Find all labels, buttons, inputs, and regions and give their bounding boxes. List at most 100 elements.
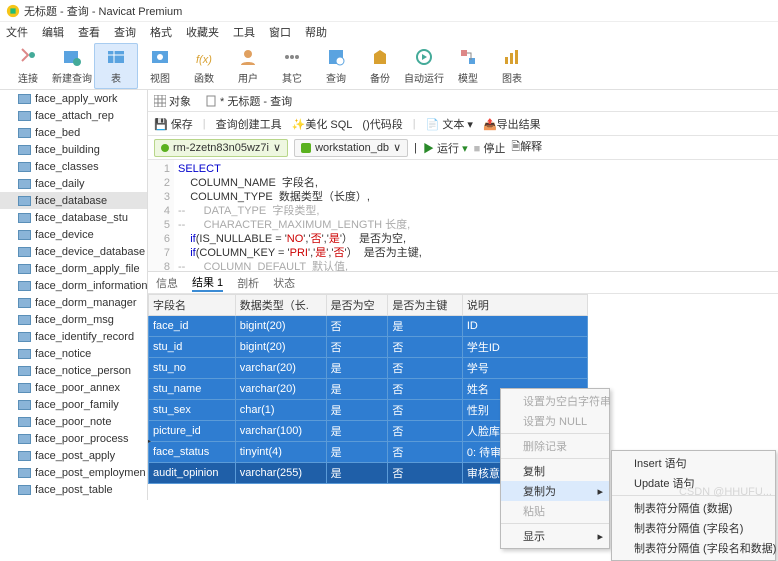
menu-format[interactable]: 格式	[150, 24, 172, 40]
toolbar-function[interactable]: f(x)函数	[182, 43, 226, 89]
table-row[interactable]: face_idbigint(20)否是ID	[149, 316, 588, 337]
table-row[interactable]: stu_idbigint(20)否否学生ID	[149, 337, 588, 358]
col-header[interactable]: 字段名	[149, 295, 236, 316]
tree-item[interactable]: face_post_apply	[0, 447, 147, 464]
context-menu-1[interactable]: 设置为空白字符串 设置为 NULL 删除记录 复制 复制为 粘贴 显示	[500, 388, 610, 549]
toolbar-view[interactable]: 视图	[138, 43, 182, 89]
toolbar-autorun[interactable]: 自动运行	[402, 43, 446, 89]
tab-profile[interactable]: 剖析	[237, 275, 259, 291]
col-header[interactable]: 是否为主键	[388, 295, 463, 316]
table-icon	[18, 145, 31, 155]
tree-item[interactable]: face_apply_work	[0, 90, 147, 107]
tree-item[interactable]: face_identify_record	[0, 328, 147, 345]
mi-insert[interactable]: Insert 语句	[612, 453, 775, 473]
beautify-button[interactable]: ✨美化 SQL	[292, 116, 353, 132]
tree-item[interactable]: face_poor_annex	[0, 379, 147, 396]
menu-help[interactable]: 帮助	[305, 24, 327, 40]
tab-object[interactable]: 对象	[154, 93, 191, 109]
connect-icon	[17, 46, 39, 68]
tree-item[interactable]: face_poor_family	[0, 396, 147, 413]
mi-copy[interactable]: 复制	[501, 461, 609, 481]
col-header[interactable]: 数据类型（长.	[235, 295, 326, 316]
tree-item[interactable]: face_daily	[0, 175, 147, 192]
menu-file[interactable]: 文件	[6, 24, 28, 40]
save-button[interactable]: 💾 保存	[154, 116, 193, 132]
mi-show[interactable]: 显示	[501, 526, 609, 546]
tree-item[interactable]: face_building	[0, 141, 147, 158]
export-button[interactable]: 📤导出结果	[483, 116, 541, 132]
tree-item[interactable]: face_dorm_msg	[0, 311, 147, 328]
tree-item[interactable]: face_dorm_information	[0, 277, 147, 294]
mi-paste[interactable]: 粘贴	[501, 501, 609, 521]
toolbar-user[interactable]: 用户	[226, 43, 270, 89]
tree-item[interactable]: face_poor_note	[0, 413, 147, 430]
code[interactable]: SELECT COLUMN_NAME 字段名, COLUMN_TYPE 数据类型…	[174, 160, 778, 271]
menu-edit[interactable]: 编辑	[42, 24, 64, 40]
actionbar: 💾 保存 | 查询创建工具 ✨美化 SQL ()代码段 | 📄 文本 ▾ 📤导出…	[148, 112, 778, 136]
table-icon	[18, 94, 31, 104]
tree-item[interactable]: face_dorm_apply_file	[0, 260, 147, 277]
tree-item[interactable]: face_attach_rep	[0, 107, 147, 124]
tab-info[interactable]: 信息	[156, 275, 178, 291]
mi-tab-field[interactable]: 制表符分隔值 (字段名)	[612, 518, 775, 538]
builder-button[interactable]: 查询创建工具	[216, 116, 282, 132]
table-icon	[18, 485, 31, 495]
toolbar-other[interactable]: 其它	[270, 43, 314, 89]
db-select[interactable]: workstation_db ∨	[294, 139, 408, 157]
toolbar-connect[interactable]: 连接	[6, 43, 50, 89]
snippet-button[interactable]: ()代码段	[362, 116, 402, 132]
tab-query[interactable]: * 无标题 - 查询	[205, 93, 292, 109]
user-icon	[237, 46, 259, 68]
table-icon	[18, 383, 31, 393]
run-button[interactable]: ▶ 运行 ▾	[423, 140, 468, 156]
toolbar-newquery[interactable]: 新建查询	[50, 43, 94, 89]
tree-item[interactable]: face_post_employmen	[0, 464, 147, 481]
explain-button[interactable]: 🗎解释	[511, 138, 542, 157]
tree-item[interactable]: face_notice_person	[0, 362, 147, 379]
tree-item[interactable]: face_post_table	[0, 481, 147, 498]
menu-query[interactable]: 查询	[114, 24, 136, 40]
table-icon	[18, 230, 31, 240]
tree-item[interactable]: face_device_database	[0, 243, 147, 260]
table-row[interactable]: stu_novarchar(20)是否学号	[149, 358, 588, 379]
menu-view[interactable]: 查看	[78, 24, 100, 40]
tab-status[interactable]: 状态	[273, 275, 295, 291]
menubar: 文件 编辑 查看 查询 格式 收藏夹 工具 窗口 帮助	[0, 22, 778, 42]
mi-null[interactable]: 设置为 NULL	[501, 411, 609, 431]
stop-button: ■ 停止	[474, 140, 506, 156]
table-icon	[18, 417, 31, 427]
tree-item[interactable]: face_database	[0, 192, 147, 209]
server-select[interactable]: rm-2zetn83n05wz7i ∨	[154, 139, 288, 157]
text-button[interactable]: 📄 文本 ▾	[426, 116, 473, 132]
mi-copyas[interactable]: 复制为	[501, 481, 609, 501]
menu-window[interactable]: 窗口	[269, 24, 291, 40]
toolbar-model[interactable]: 模型	[446, 43, 490, 89]
toolbar-chart[interactable]: 图表	[490, 43, 534, 89]
col-header[interactable]: 说明	[462, 295, 587, 316]
other-icon	[281, 46, 303, 68]
toolbar-backup[interactable]: 备份	[358, 43, 402, 89]
db-icon	[301, 143, 311, 153]
mi-blank[interactable]: 设置为空白字符串	[501, 391, 609, 411]
menu-fav[interactable]: 收藏夹	[186, 24, 219, 40]
mi-del[interactable]: 删除记录	[501, 436, 609, 456]
tree-item[interactable]: face_dorm_manager	[0, 294, 147, 311]
doc-icon	[205, 95, 217, 107]
autorun-icon	[413, 46, 435, 68]
toolbar-table[interactable]: 表	[94, 43, 138, 89]
sql-editor[interactable]: 123456789 SELECT COLUMN_NAME 字段名, COLUMN…	[148, 160, 778, 272]
tab-result1[interactable]: 结果 1	[192, 274, 223, 292]
menu-tools[interactable]: 工具	[233, 24, 255, 40]
col-header[interactable]: 是否为空	[326, 295, 388, 316]
table-icon	[18, 128, 31, 138]
mi-tab-data[interactable]: 制表符分隔值 (数据)	[612, 498, 775, 518]
tree-item[interactable]: face_notice	[0, 345, 147, 362]
toolbar-query[interactable]: 查询	[314, 43, 358, 89]
tree-item[interactable]: face_classes	[0, 158, 147, 175]
mi-tab-both[interactable]: 制表符分隔值 (字段名和数据)	[612, 538, 775, 558]
tree-item[interactable]: face_poor_process	[0, 430, 147, 447]
tree-item[interactable]: face_bed	[0, 124, 147, 141]
context-menu-2[interactable]: Insert 语句 Update 语句 制表符分隔值 (数据) 制表符分隔值 (…	[611, 450, 776, 561]
tree-item[interactable]: face_device	[0, 226, 147, 243]
tree-item[interactable]: face_database_stu	[0, 209, 147, 226]
